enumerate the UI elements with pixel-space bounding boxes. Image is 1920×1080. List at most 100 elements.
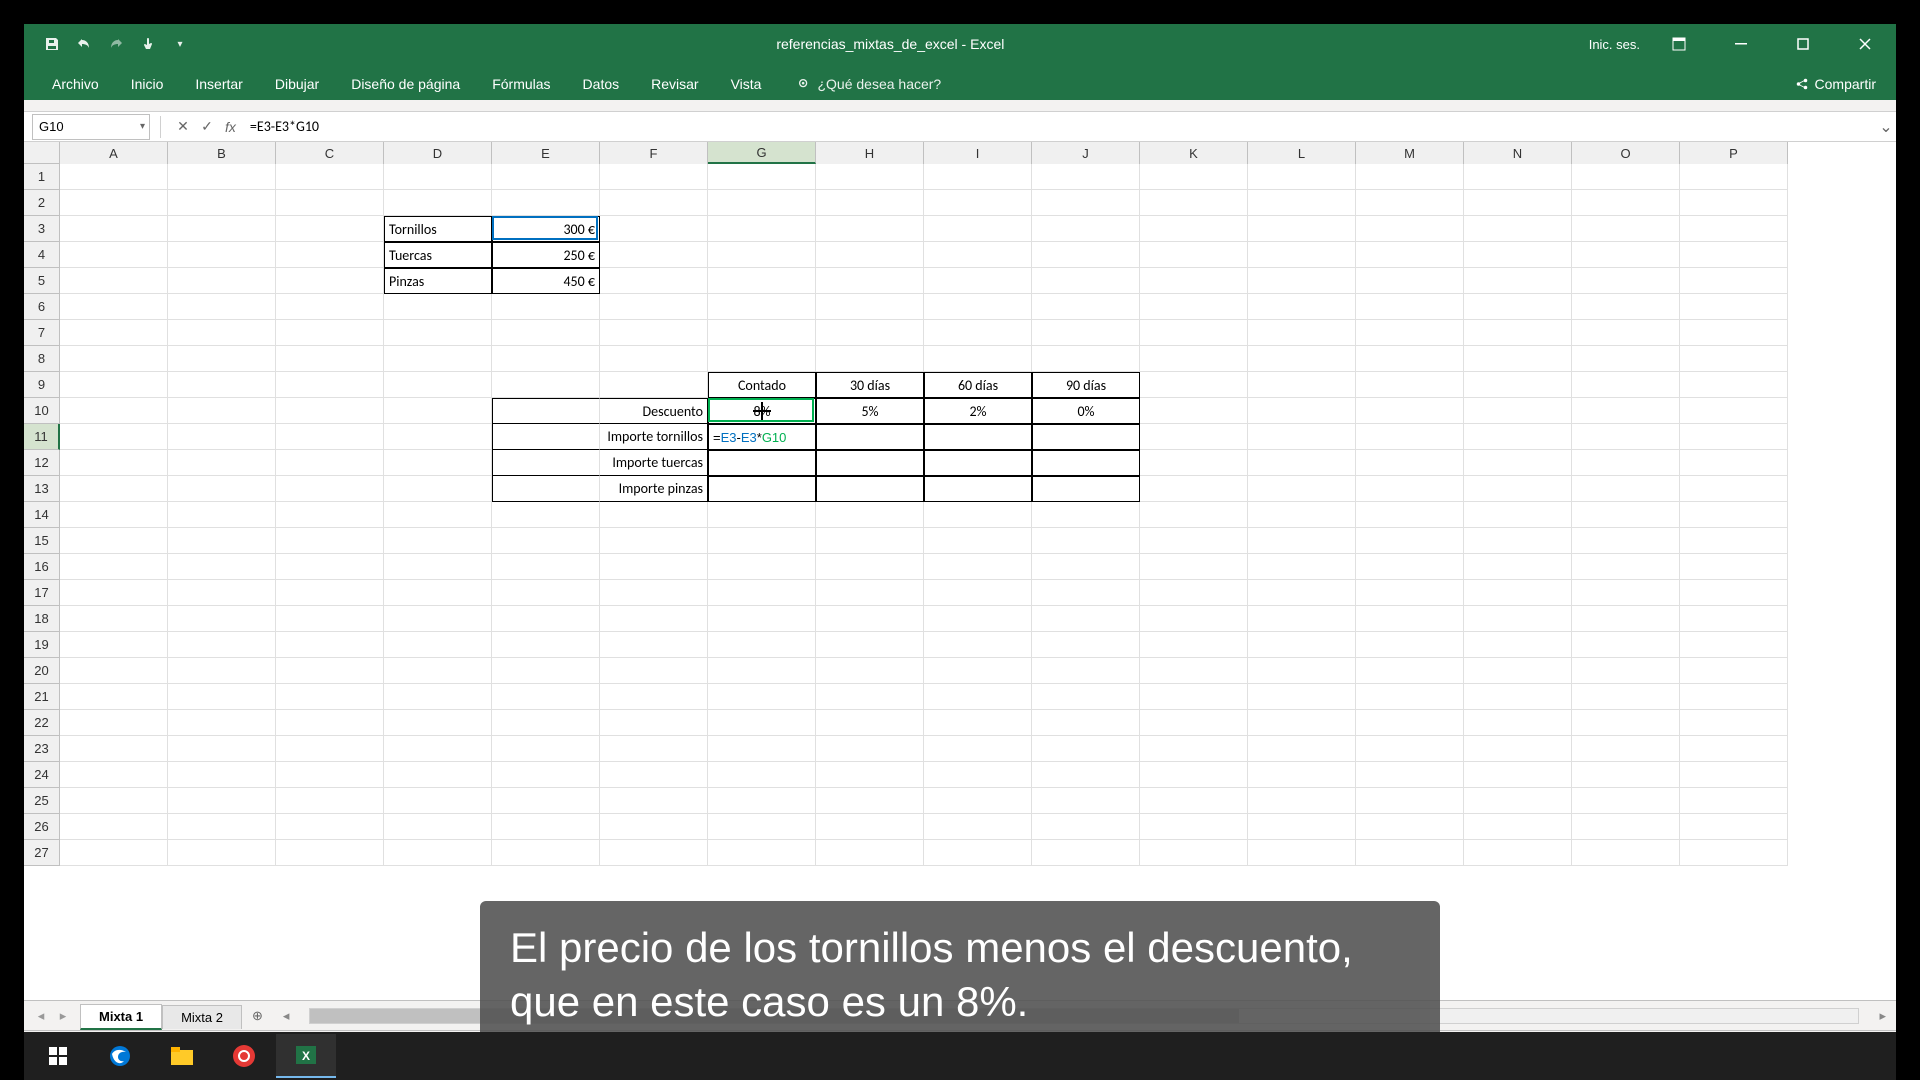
cell-J22[interactable] bbox=[1032, 710, 1140, 736]
column-header-H[interactable]: H bbox=[816, 142, 924, 164]
column-header-F[interactable]: F bbox=[600, 142, 708, 164]
cell-L6[interactable] bbox=[1248, 294, 1356, 320]
cell-H9[interactable]: 30 días bbox=[816, 372, 924, 398]
cell-P24[interactable] bbox=[1680, 762, 1788, 788]
cell-F13[interactable]: Importe pinzas bbox=[600, 476, 708, 502]
cell-P8[interactable] bbox=[1680, 346, 1788, 372]
row-header-6[interactable]: 6 bbox=[24, 294, 60, 320]
cell-J15[interactable] bbox=[1032, 528, 1140, 554]
cell-M1[interactable] bbox=[1356, 164, 1464, 190]
cell-H20[interactable] bbox=[816, 658, 924, 684]
cell-A4[interactable] bbox=[60, 242, 168, 268]
cell-H19[interactable] bbox=[816, 632, 924, 658]
cell-L3[interactable] bbox=[1248, 216, 1356, 242]
cell-D13[interactable] bbox=[384, 476, 492, 502]
cell-E1[interactable] bbox=[492, 164, 600, 190]
cell-O27[interactable] bbox=[1572, 840, 1680, 866]
cell-A13[interactable] bbox=[60, 476, 168, 502]
worksheet-grid[interactable]: ABCDEFGHIJKLMNOP 12345678910111213141516… bbox=[24, 142, 1896, 1000]
cell-O21[interactable] bbox=[1572, 684, 1680, 710]
cell-A16[interactable] bbox=[60, 554, 168, 580]
cell-N15[interactable] bbox=[1464, 528, 1572, 554]
cell-K14[interactable] bbox=[1140, 502, 1248, 528]
column-header-J[interactable]: J bbox=[1032, 142, 1140, 164]
cell-F27[interactable] bbox=[600, 840, 708, 866]
cell-K17[interactable] bbox=[1140, 580, 1248, 606]
cell-J26[interactable] bbox=[1032, 814, 1140, 840]
cell-C6[interactable] bbox=[276, 294, 384, 320]
cell-G13[interactable] bbox=[708, 476, 816, 502]
cell-P10[interactable] bbox=[1680, 398, 1788, 424]
cell-P13[interactable] bbox=[1680, 476, 1788, 502]
tab-nav-next-icon[interactable]: ▸ bbox=[54, 1008, 72, 1024]
cell-M21[interactable] bbox=[1356, 684, 1464, 710]
cell-A25[interactable] bbox=[60, 788, 168, 814]
cell-M7[interactable] bbox=[1356, 320, 1464, 346]
formula-input[interactable] bbox=[242, 114, 1876, 140]
cell-D3[interactable]: Tornillos bbox=[384, 216, 492, 242]
cell-G25[interactable] bbox=[708, 788, 816, 814]
cell-E19[interactable] bbox=[492, 632, 600, 658]
cell-O20[interactable] bbox=[1572, 658, 1680, 684]
row-header-5[interactable]: 5 bbox=[24, 268, 60, 294]
cell-O3[interactable] bbox=[1572, 216, 1680, 242]
cell-D18[interactable] bbox=[384, 606, 492, 632]
cell-H8[interactable] bbox=[816, 346, 924, 372]
cell-B26[interactable] bbox=[168, 814, 276, 840]
new-sheet-button[interactable]: ⊕ bbox=[242, 1008, 273, 1024]
cell-N5[interactable] bbox=[1464, 268, 1572, 294]
row-header-23[interactable]: 23 bbox=[24, 736, 60, 762]
cell-H15[interactable] bbox=[816, 528, 924, 554]
cell-H24[interactable] bbox=[816, 762, 924, 788]
cell-I12[interactable] bbox=[924, 450, 1032, 476]
cell-G26[interactable] bbox=[708, 814, 816, 840]
column-header-P[interactable]: P bbox=[1680, 142, 1788, 164]
cell-J21[interactable] bbox=[1032, 684, 1140, 710]
cell-I1[interactable] bbox=[924, 164, 1032, 190]
cancel-formula-button[interactable]: ✕ bbox=[171, 115, 195, 139]
cell-G2[interactable] bbox=[708, 190, 816, 216]
cell-P22[interactable] bbox=[1680, 710, 1788, 736]
cell-B6[interactable] bbox=[168, 294, 276, 320]
column-header-C[interactable]: C bbox=[276, 142, 384, 164]
cell-D26[interactable] bbox=[384, 814, 492, 840]
cell-J19[interactable] bbox=[1032, 632, 1140, 658]
cell-N4[interactable] bbox=[1464, 242, 1572, 268]
cell-O8[interactable] bbox=[1572, 346, 1680, 372]
cell-F5[interactable] bbox=[600, 268, 708, 294]
cell-F24[interactable] bbox=[600, 762, 708, 788]
cell-N7[interactable] bbox=[1464, 320, 1572, 346]
cell-K9[interactable] bbox=[1140, 372, 1248, 398]
cell-L1[interactable] bbox=[1248, 164, 1356, 190]
cell-H10[interactable]: 5% bbox=[816, 398, 924, 424]
start-button[interactable] bbox=[28, 1034, 88, 1078]
cell-H4[interactable] bbox=[816, 242, 924, 268]
cell-G17[interactable] bbox=[708, 580, 816, 606]
cell-P5[interactable] bbox=[1680, 268, 1788, 294]
cell-P19[interactable] bbox=[1680, 632, 1788, 658]
row-header-22[interactable]: 22 bbox=[24, 710, 60, 736]
cell-I9[interactable]: 60 días bbox=[924, 372, 1032, 398]
cell-O9[interactable] bbox=[1572, 372, 1680, 398]
cell-O7[interactable] bbox=[1572, 320, 1680, 346]
cell-A11[interactable] bbox=[60, 424, 168, 450]
cell-N20[interactable] bbox=[1464, 658, 1572, 684]
cell-B13[interactable] bbox=[168, 476, 276, 502]
cell-F18[interactable] bbox=[600, 606, 708, 632]
cell-L5[interactable] bbox=[1248, 268, 1356, 294]
cell-G19[interactable] bbox=[708, 632, 816, 658]
cell-B11[interactable] bbox=[168, 424, 276, 450]
cell-C3[interactable] bbox=[276, 216, 384, 242]
cell-M13[interactable] bbox=[1356, 476, 1464, 502]
cell-G21[interactable] bbox=[708, 684, 816, 710]
cell-I8[interactable] bbox=[924, 346, 1032, 372]
cell-K4[interactable] bbox=[1140, 242, 1248, 268]
cell-N19[interactable] bbox=[1464, 632, 1572, 658]
cell-A23[interactable] bbox=[60, 736, 168, 762]
row-header-8[interactable]: 8 bbox=[24, 346, 60, 372]
cell-M19[interactable] bbox=[1356, 632, 1464, 658]
cell-K26[interactable] bbox=[1140, 814, 1248, 840]
cell-N10[interactable] bbox=[1464, 398, 1572, 424]
cell-G7[interactable] bbox=[708, 320, 816, 346]
cell-F26[interactable] bbox=[600, 814, 708, 840]
